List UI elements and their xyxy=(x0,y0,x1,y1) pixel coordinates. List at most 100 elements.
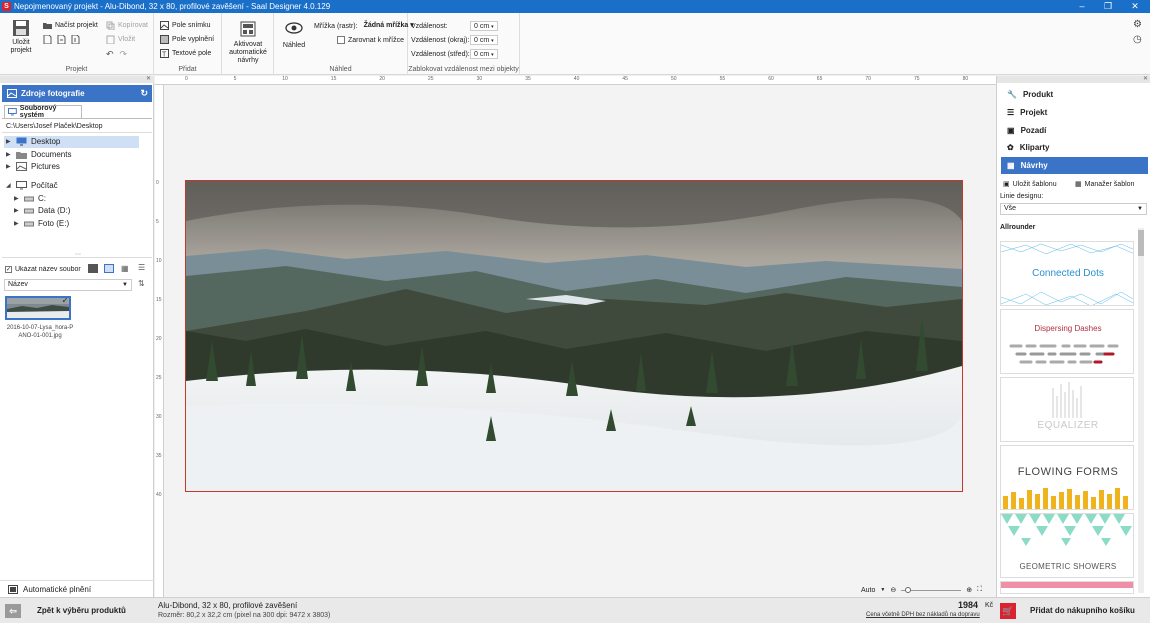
group-auto: Aktivovat automatické návrhy xyxy=(222,13,274,75)
save-project-button[interactable]: Uložit projekt xyxy=(6,19,36,55)
chevron-down-icon[interactable]: ▼ xyxy=(880,587,885,593)
tree-item-drive-d[interactable]: ▶ Data (D:) xyxy=(14,206,70,215)
export-icon[interactable] xyxy=(71,35,80,44)
design-line-dropdown[interactable]: Vše ▼ xyxy=(1000,203,1147,215)
zoom-slider[interactable] xyxy=(901,586,962,593)
tree-item-drive-c[interactable]: ▶ C: xyxy=(14,194,46,203)
tree-item-desktop[interactable]: ▶ Desktop xyxy=(6,137,60,146)
scrollbar-thumb[interactable] xyxy=(1138,230,1144,256)
photo-source-icon xyxy=(7,89,17,98)
fit-to-screen-icon[interactable]: ⛶ xyxy=(977,586,982,594)
nav-kliparty[interactable]: ✿ Kliparty xyxy=(1001,139,1148,156)
preview-button[interactable]: Náhled xyxy=(280,22,308,49)
show-filenames-checkbox[interactable]: ✓ Ukázat název souboru xyxy=(5,266,81,273)
nav-produkt[interactable]: 🔧 Produkt xyxy=(1001,86,1148,103)
template-manager-button[interactable]: ▦ Manažer šablon xyxy=(1075,180,1134,189)
edge-distance-row: Vzdálenost (okraj): 0 cm ▾ xyxy=(411,35,498,45)
group-label-spacing: Zablokovat vzdálenost mezi objekty xyxy=(408,66,519,73)
tree-item-documents[interactable]: ▶ Documents xyxy=(6,150,71,159)
ruler-tick: 10 xyxy=(156,258,162,264)
language-globe-icon[interactable]: ◷ xyxy=(1133,34,1142,45)
group-nahled: Náhled Mřížka (rastr): Žádná mřížka ▾ Za… xyxy=(274,13,414,75)
maximize-button[interactable]: ❐ xyxy=(1095,0,1121,13)
tree-item-computer[interactable]: ◢ Počítač xyxy=(6,181,58,190)
path-divider xyxy=(2,132,152,133)
tab-file-system[interactable]: Souborový systém xyxy=(4,105,82,119)
refresh-icon[interactable]: ↻ xyxy=(140,88,148,99)
save-template-button[interactable]: ▣ Uložit šablonu xyxy=(1003,180,1057,189)
back-to-products-button[interactable]: ⇦ Zpět k výběru produktů xyxy=(0,598,154,623)
zoom-out-icon[interactable]: ⊖ xyxy=(890,586,896,594)
distance-input[interactable]: 0 cm ▾ xyxy=(470,21,498,31)
edge-distance-input[interactable]: 0 cm ▾ xyxy=(470,35,498,45)
design-canvas: 0 5 10 15 20 25 30 35 40 45 50 55 60 65 70 75 80 0 5 10 15 2… xyxy=(155,76,996,597)
undo-icon[interactable]: ↶ xyxy=(106,49,114,60)
add-text-field-button[interactable]: T Textové pole xyxy=(160,49,211,58)
add-photo-field-button[interactable]: Pole snímku xyxy=(160,21,211,30)
photo-field[interactable] xyxy=(185,180,963,492)
documents-icon xyxy=(16,152,27,159)
computer-icon xyxy=(16,181,27,190)
desktop-icon xyxy=(16,137,27,146)
settings-gear-icon[interactable]: ⚙ xyxy=(1133,19,1142,30)
panel-close-icon[interactable]: ✕ xyxy=(0,76,154,83)
panel-close-icon[interactable]: ✕ xyxy=(997,76,1150,83)
view-list-icon[interactable]: ☰ xyxy=(138,263,145,272)
group-label-nahled: Náhled xyxy=(329,66,352,73)
photo-field-icon xyxy=(160,21,169,30)
clipart-icon: ✿ xyxy=(1007,143,1014,152)
ruler-tick: 10 xyxy=(282,76,288,82)
zoom-slider-handle[interactable] xyxy=(905,586,912,593)
minimize-button[interactable]: – xyxy=(1069,0,1095,13)
new-file-icon[interactable] xyxy=(43,35,52,44)
zoom-dropdown[interactable]: Auto xyxy=(861,587,875,594)
import-icon[interactable] xyxy=(57,35,66,44)
ruler-tick: 40 xyxy=(156,492,162,498)
design-card-dispersing-dashes[interactable]: Dispersing Dashes xyxy=(1000,309,1134,374)
arrow-left-icon: ⇦ xyxy=(5,603,21,618)
nav-pozadi[interactable]: ▣ Pozadí xyxy=(1001,122,1148,139)
ruler-tick: 20 xyxy=(156,336,162,342)
design-card-connected-dots[interactable]: Connected Dots xyxy=(1000,241,1134,306)
auto-layout-icon xyxy=(240,21,256,37)
tree-item-pictures[interactable]: ▶ Pictures xyxy=(6,162,60,171)
category-label: Allrounder xyxy=(1000,224,1036,231)
current-path: C:\Users\Josef Plaček\Desktop xyxy=(6,123,103,130)
close-button[interactable]: ✕ xyxy=(1122,0,1148,13)
center-distance-input[interactable]: 0 cm ▾ xyxy=(470,49,498,59)
window-title: Nepojmenovaný projekt - Alu-Dibond, 32 x… xyxy=(14,2,331,11)
add-fill-field-button[interactable]: Pole vyplnění xyxy=(160,35,214,44)
zoom-in-icon[interactable]: ⊕ xyxy=(966,586,972,594)
copy-button[interactable]: Kopírovat xyxy=(106,21,148,30)
product-name: Alu-Dibond, 32 x 80, profilové zavěšení xyxy=(158,601,298,610)
sort-dropdown[interactable]: Název ▼ xyxy=(4,279,132,291)
design-card-next[interactable] xyxy=(1000,581,1134,594)
file-actions xyxy=(43,35,80,44)
auto-designs-button[interactable]: Aktivovat automatické návrhy xyxy=(226,21,270,65)
sort-direction-icon[interactable]: ⇅ xyxy=(138,279,145,288)
snap-to-grid-checkbox[interactable]: Zarovnat k mřížce xyxy=(337,36,404,44)
load-project-button[interactable]: Načíst projekt xyxy=(43,21,98,30)
price-currency: Kč xyxy=(985,602,994,609)
design-card-equalizer[interactable]: EQUALIZER xyxy=(1000,377,1134,442)
equalizer-icon xyxy=(1052,382,1082,418)
view-small-icon[interactable]: ▦ xyxy=(121,264,129,273)
nav-navrhy[interactable]: ▦ Návrhy xyxy=(1001,157,1148,174)
design-panel: ✕ 🔧 Produkt ☰ Projekt ▣ Pozadí ✿ Kliparty ▦ N… xyxy=(996,76,1150,597)
center-distance-row: Vzdálenost (střed): 0 cm ▾ xyxy=(411,49,498,59)
ruler-tick: 5 xyxy=(156,219,159,225)
tree-item-drive-e[interactable]: ▶ Foto (E:) xyxy=(14,219,69,228)
auto-fill-button[interactable]: Automatické plnění xyxy=(0,580,154,597)
view-large-icon[interactable] xyxy=(88,264,98,273)
scrollbar[interactable] xyxy=(1138,228,1144,593)
paste-button[interactable]: Vložit xyxy=(106,35,135,44)
add-to-cart-button[interactable]: 🛒 Přidat do nákupního košíku xyxy=(996,598,1150,623)
view-medium-icon[interactable] xyxy=(104,264,114,273)
thumbnail-caption: 2016-10-07-Lysa_hora-PANO-01-001.jpg xyxy=(6,325,74,339)
design-card-geometric-showers[interactable]: GEOMETRIC SHOWERS xyxy=(1000,513,1134,578)
nav-projekt[interactable]: ☰ Projekt xyxy=(1001,104,1148,121)
price-note-link[interactable]: Cena včetně DPH bez nákladů na dopravu xyxy=(866,612,980,618)
design-card-flowing-forms[interactable]: FLOWING FORMS xyxy=(1000,445,1134,510)
photo-thumbnail[interactable]: ✓ xyxy=(5,296,71,320)
redo-icon[interactable]: ↷ xyxy=(120,49,128,60)
